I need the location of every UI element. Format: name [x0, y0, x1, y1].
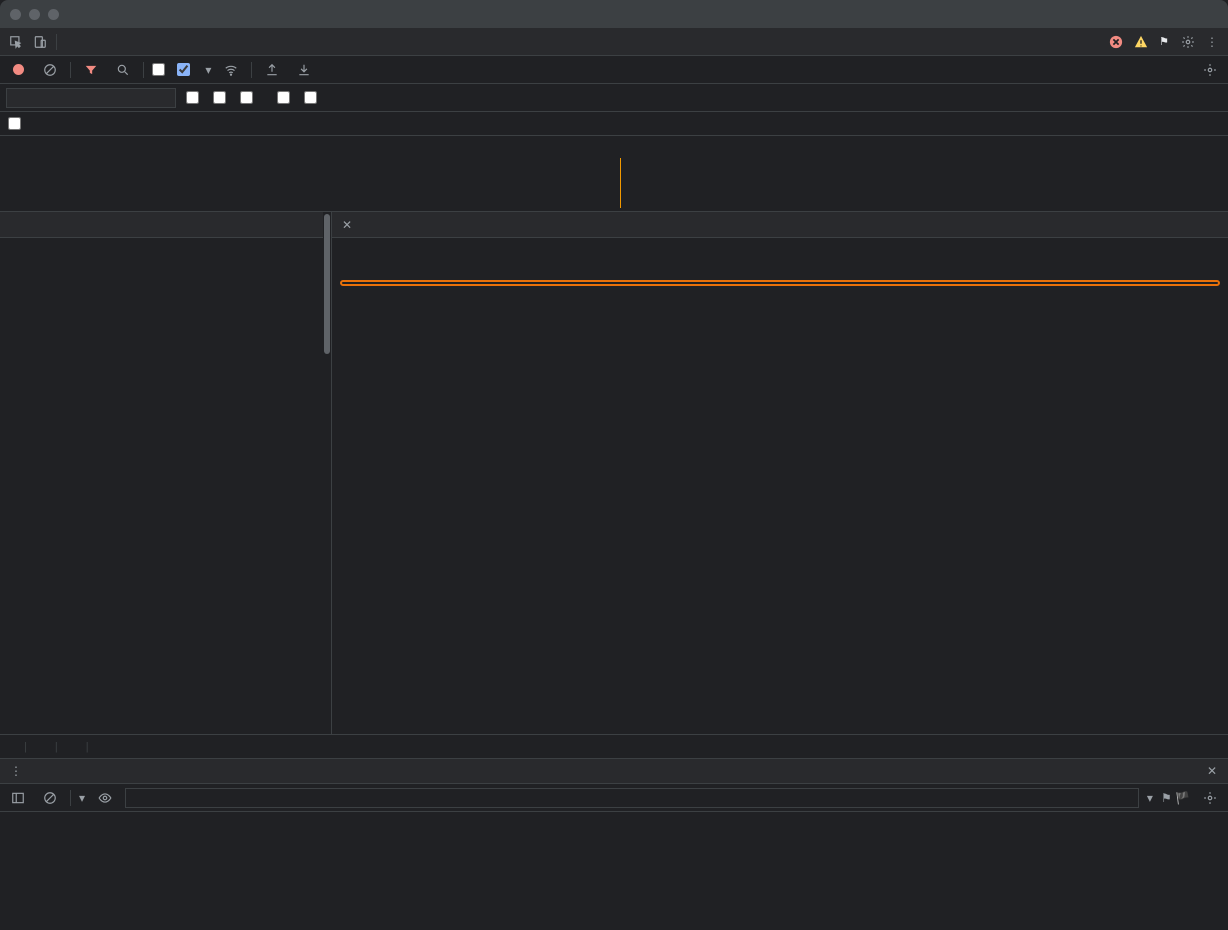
close-icon[interactable]: ✕	[336, 218, 358, 232]
request-list	[0, 212, 332, 734]
console-filter-input[interactable]	[125, 788, 1139, 808]
warning-badge[interactable]	[1134, 35, 1151, 49]
min-dot[interactable]	[29, 9, 40, 20]
drawer-more-icon[interactable]: ⋮	[4, 759, 28, 783]
more-icon[interactable]: ⋮	[1200, 30, 1224, 54]
hide-data-check[interactable]	[213, 91, 230, 104]
console-sidebar-icon[interactable]	[6, 786, 30, 810]
console-clear-icon[interactable]	[38, 786, 62, 810]
main-area: ✕	[0, 212, 1228, 734]
console-settings-icon[interactable]	[1198, 786, 1222, 810]
filter-icon[interactable]	[79, 58, 103, 82]
search-icon[interactable]	[111, 58, 135, 82]
fix-badge[interactable]: ⚑	[1159, 35, 1172, 48]
close-dot[interactable]	[10, 9, 21, 20]
filter-input[interactable]	[6, 88, 176, 108]
titlebar	[0, 0, 1228, 28]
max-dot[interactable]	[48, 9, 59, 20]
scrollbar[interactable]	[323, 212, 331, 734]
third-party-row	[0, 112, 1228, 136]
issues-count[interactable]: ⚑ 🏴	[1161, 791, 1190, 805]
status-bar: | | |	[0, 734, 1228, 758]
console-toolbar: ▾ ▾ ⚑ 🏴	[0, 784, 1228, 812]
level-select[interactable]: ▾	[1147, 791, 1153, 805]
preserve-log-check[interactable]	[152, 63, 169, 76]
net-settings-icon[interactable]	[1198, 58, 1222, 82]
blocked-req-check[interactable]	[304, 91, 321, 104]
error-badge[interactable]	[1109, 35, 1126, 49]
blocked-cookie-check[interactable]	[277, 91, 294, 104]
headers-body[interactable]	[332, 238, 1228, 734]
throttle-select[interactable]: ▾	[202, 63, 211, 77]
detail-panel: ✕	[332, 212, 1228, 734]
wifi-icon[interactable]	[219, 58, 243, 82]
gear-icon[interactable]	[1176, 30, 1200, 54]
network-toolbar: ▾	[0, 56, 1228, 84]
download-icon[interactable]	[292, 58, 316, 82]
req-col-name[interactable]	[0, 212, 331, 238]
user-agent-header	[340, 280, 1220, 286]
invert-check[interactable]	[186, 91, 203, 104]
third-party-check[interactable]	[8, 117, 25, 130]
console-body[interactable]	[0, 812, 1228, 912]
hide-ext-check[interactable]	[240, 91, 257, 104]
device-icon[interactable]	[28, 30, 52, 54]
disable-cache-check[interactable]	[177, 63, 194, 76]
clear-icon[interactable]	[38, 58, 62, 82]
main-tabs: ⚑ ⋮	[0, 28, 1228, 56]
drawer-tabs: ⋮ ✕	[0, 758, 1228, 784]
timeline[interactable]	[0, 136, 1228, 212]
traffic-lights	[10, 9, 59, 20]
upload-icon[interactable]	[260, 58, 284, 82]
drawer-close-icon[interactable]: ✕	[1200, 759, 1224, 783]
eye-icon[interactable]	[93, 786, 117, 810]
context-select[interactable]: ▾	[79, 791, 85, 805]
filter-row	[0, 84, 1228, 112]
detail-tabs: ✕	[332, 212, 1228, 238]
record-button[interactable]	[6, 58, 30, 82]
inspect-icon[interactable]	[4, 30, 28, 54]
